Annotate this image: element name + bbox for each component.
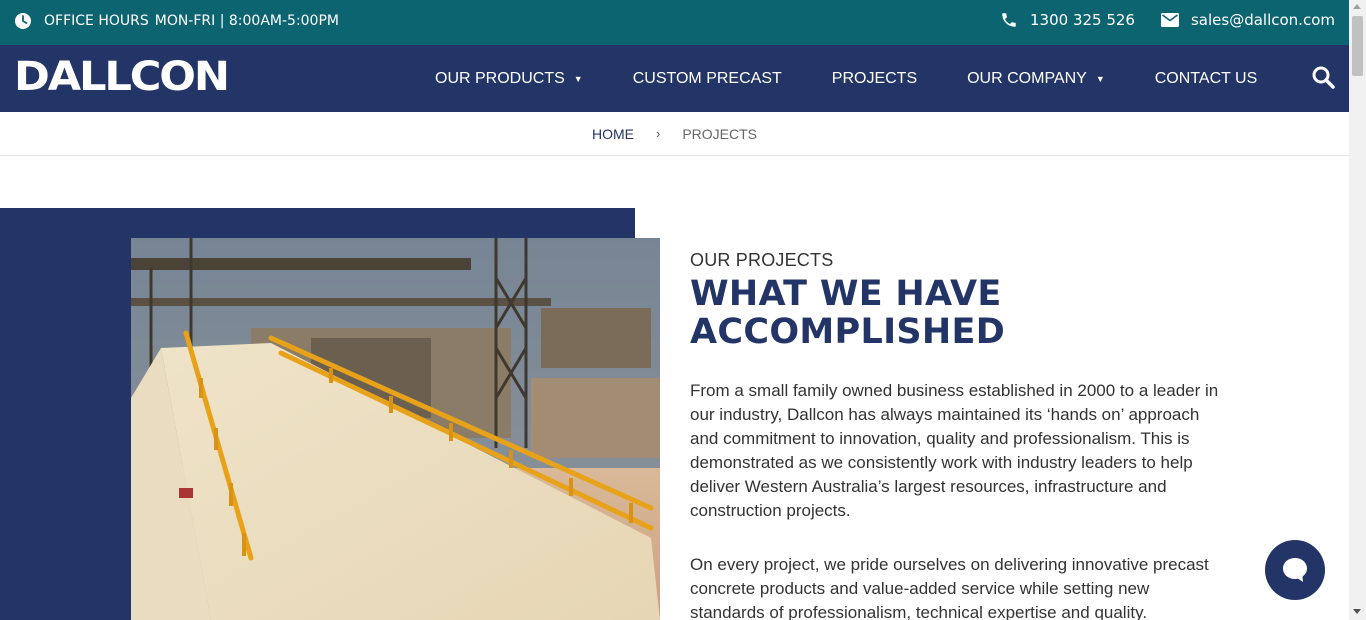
vertical-scrollbar[interactable]	[1349, 0, 1366, 620]
nav-item-projects[interactable]: PROJECTS	[807, 70, 942, 88]
scrollbar-thumb[interactable]	[1352, 16, 1363, 76]
nav-menu: OUR PRODUCTS ▼ CUSTOM PRECAST PROJECTS O…	[410, 45, 1282, 112]
office-hours-value: MON-FRI | 8:00AM-5:00PM	[154, 13, 339, 29]
intro-paragraph-2: On every project, we pride ourselves on …	[690, 555, 1209, 620]
caret-down-icon: ▼	[1095, 73, 1105, 84]
breadcrumb: HOME › PROJECTS	[0, 112, 1349, 156]
intro-paragraph-1: From a small family owned business estab…	[690, 381, 1219, 520]
breadcrumb-home[interactable]: HOME	[592, 126, 634, 142]
headline-line-2: ACCOMPLISHED	[690, 312, 1006, 352]
main-navigation: DALLCON OUR PRODUCTS ▼ CUSTOM PRECAST PR…	[0, 45, 1349, 112]
chat-bubble-icon	[1283, 558, 1307, 582]
nav-item-label: CONTACT US	[1154, 69, 1258, 87]
envelope-icon	[1160, 13, 1179, 27]
search-button[interactable]	[1311, 65, 1335, 93]
breadcrumb-separator: ›	[655, 126, 661, 141]
projects-intro: OUR PROJECTS WHAT WE HAVE ACCOMPLISHED F…	[690, 250, 1230, 620]
nav-item-label: OUR COMPANY	[967, 69, 1087, 87]
nav-item-label: CUSTOM PRECAST	[632, 69, 782, 87]
search-icon	[1312, 66, 1335, 89]
section-eyebrow: OUR PROJECTS	[690, 250, 834, 270]
email-link[interactable]: sales@dallcon.com	[1160, 11, 1335, 29]
project-photo	[131, 238, 660, 620]
office-hours: OFFICE HOURS MON-FRI | 8:00AM-5:00PM	[14, 12, 339, 30]
phone-icon	[1002, 13, 1016, 27]
office-hours-label: OFFICE HOURS	[44, 13, 149, 29]
breadcrumb-current: PROJECTS	[682, 125, 758, 142]
nav-item-our-company[interactable]: OUR COMPANY ▼	[942, 70, 1130, 88]
phone-link[interactable]: 1300 325 526	[1000, 11, 1135, 29]
dallcon-logo[interactable]: DALLCON	[14, 57, 230, 97]
phone-number: 1300 325 526	[1030, 11, 1135, 29]
nav-item-label: PROJECTS	[831, 69, 918, 87]
clock-icon	[15, 13, 31, 29]
email-address: sales@dallcon.com	[1190, 11, 1335, 29]
nav-item-contact-us[interactable]: CONTACT US	[1130, 70, 1283, 88]
caret-down-icon: ▼	[573, 73, 583, 84]
contact-info: 1300 325 526 sales@dallcon.com	[1000, 11, 1335, 29]
nav-item-custom-precast[interactable]: CUSTOM PRECAST	[608, 70, 807, 88]
scroll-up-arrow[interactable]	[1353, 4, 1361, 9]
scroll-down-arrow[interactable]	[1353, 609, 1361, 614]
nav-item-label: OUR PRODUCTS	[435, 69, 565, 87]
top-info-bar: OFFICE HOURS MON-FRI | 8:00AM-5:00PM 130…	[0, 0, 1349, 45]
section-headline: WHAT WE HAVE ACCOMPLISHED	[690, 275, 1230, 351]
chat-button[interactable]	[1265, 540, 1325, 600]
nav-item-our-products[interactable]: OUR PRODUCTS ▼	[410, 70, 608, 88]
headline-line-1: WHAT WE HAVE	[690, 274, 1002, 314]
